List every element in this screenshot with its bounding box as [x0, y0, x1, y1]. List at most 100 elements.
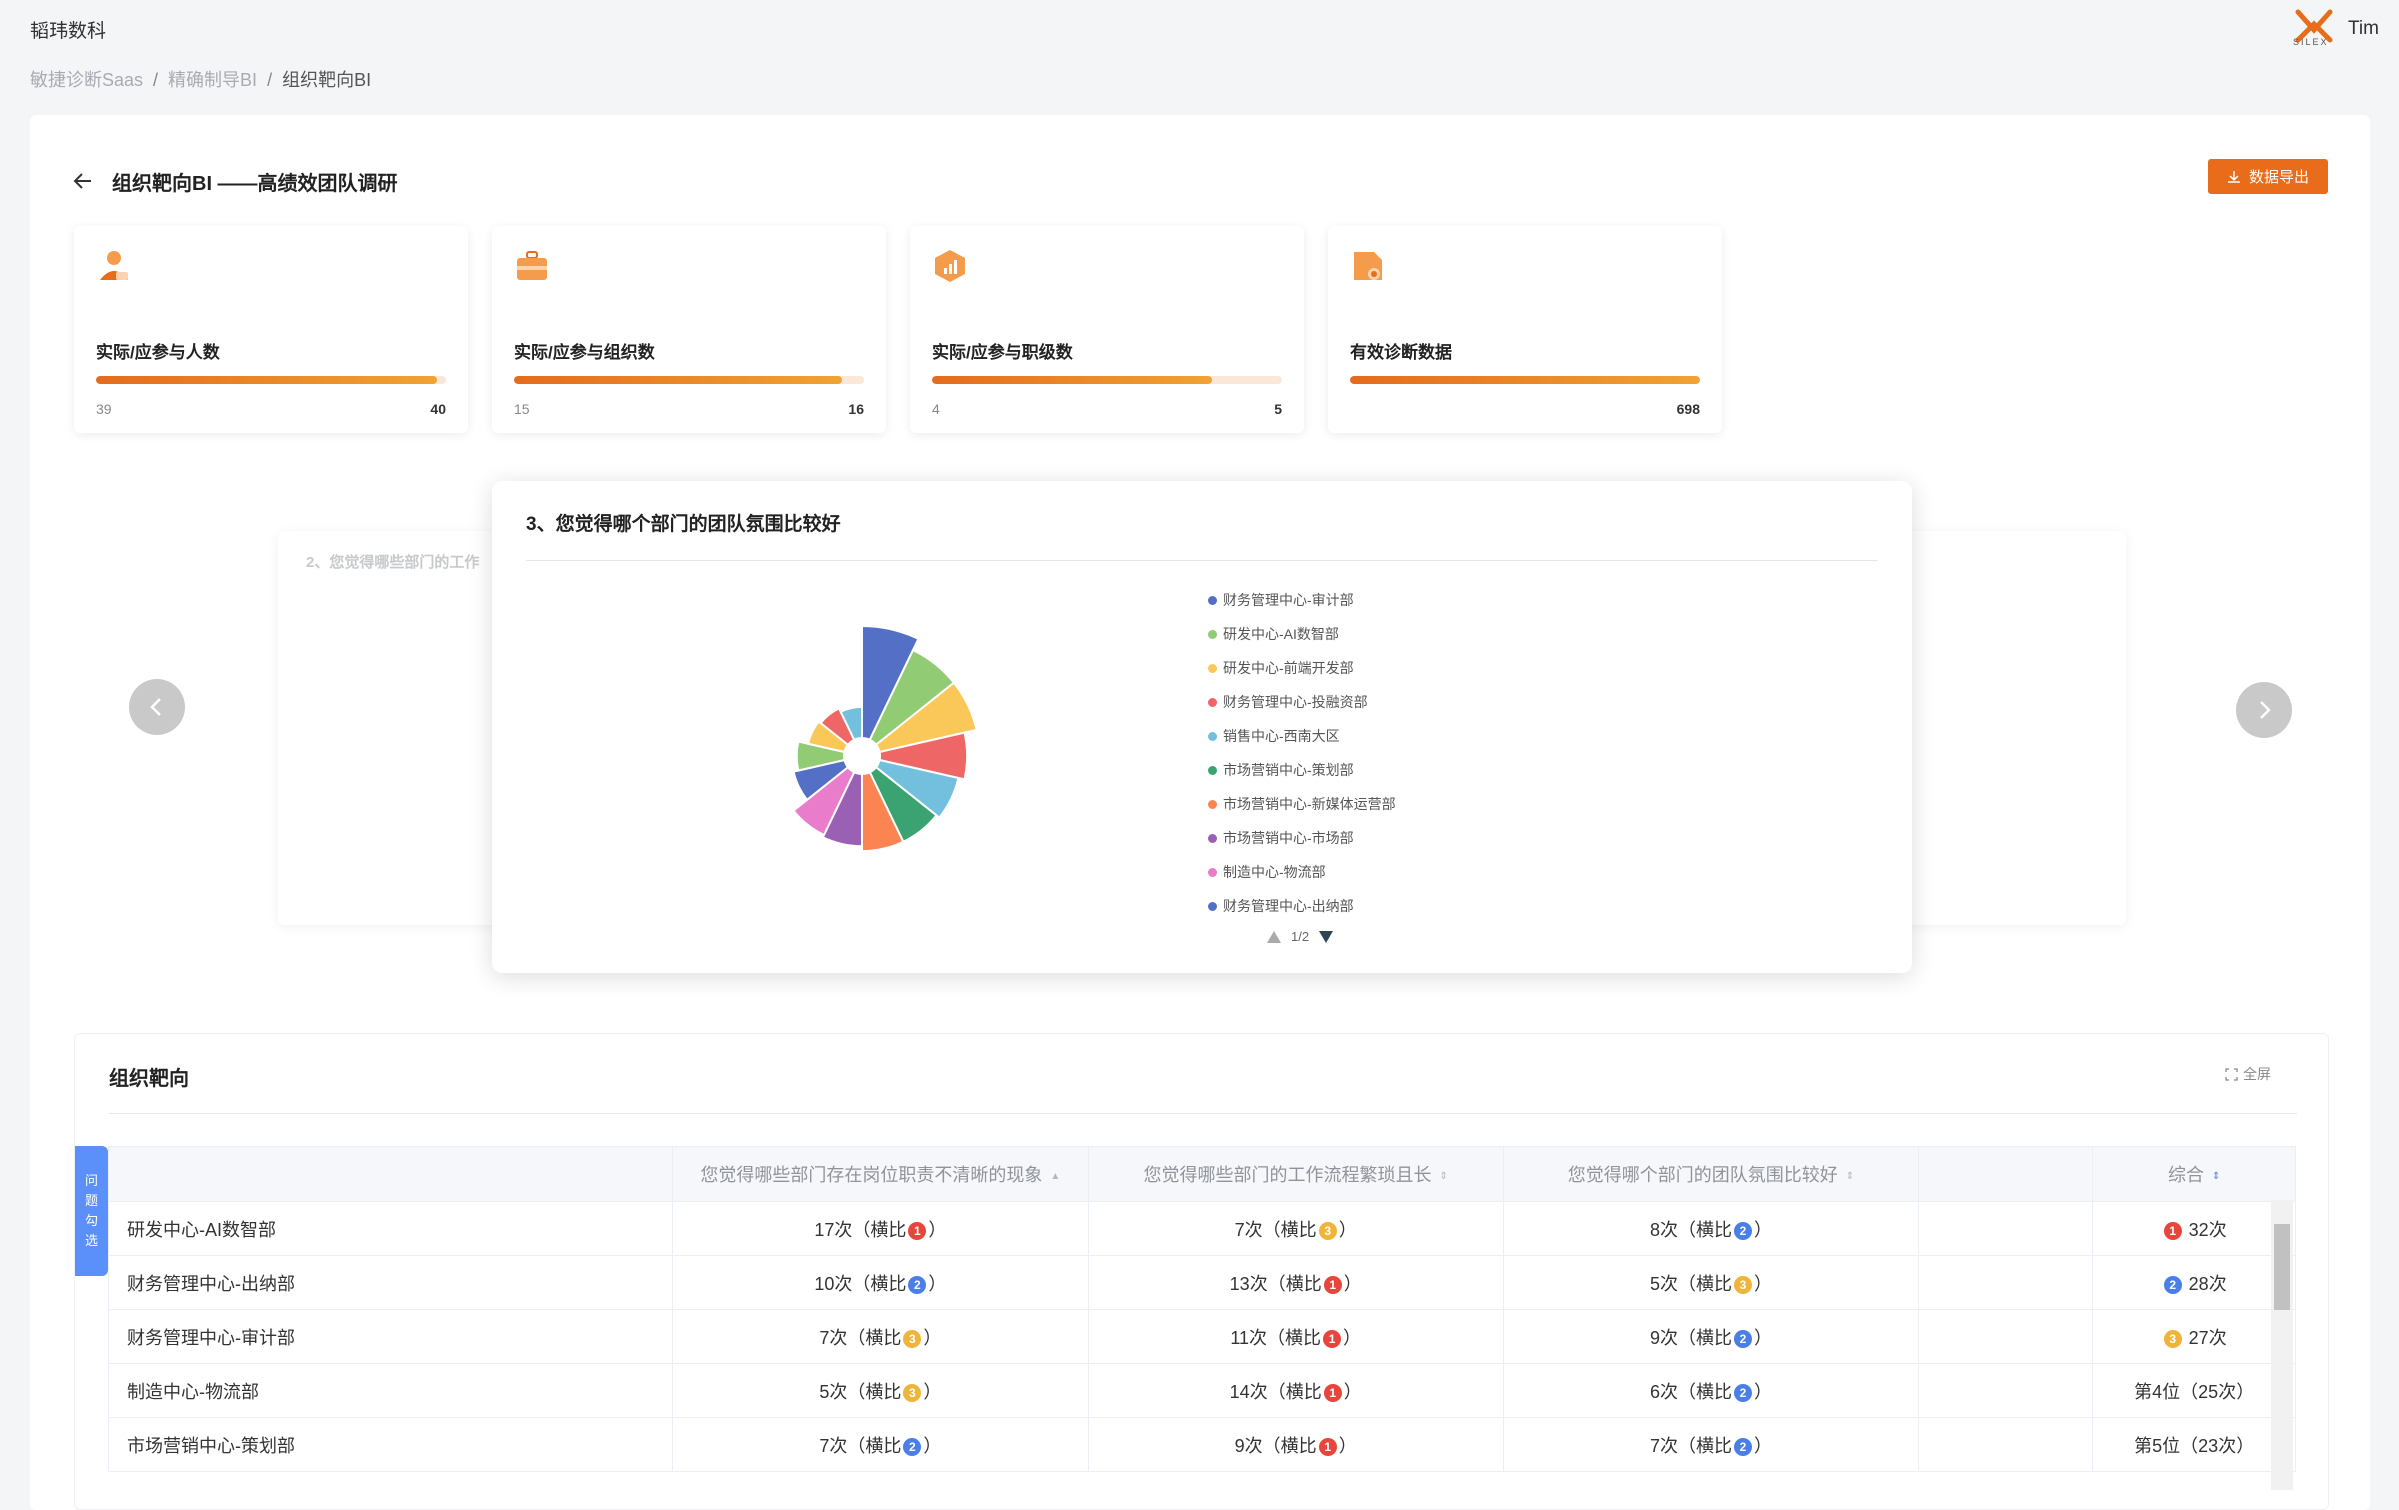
cell-q2: 7次（横比 3）: [1087, 1201, 1504, 1256]
legend-label: 研发中心-前端开发部: [1223, 660, 1354, 676]
legend-item[interactable]: 市场营销中心-新媒体运营部: [1208, 787, 1396, 821]
stat-total: 16: [848, 401, 864, 417]
legend-label: 市场营销中心-策划部: [1223, 762, 1354, 778]
legend-item[interactable]: 制造中心-物流部: [1208, 855, 1396, 889]
cell-dept: 市场营销中心-策划部: [107, 1417, 674, 1472]
rank-medal-icon: 3: [903, 1383, 922, 1402]
cell-q1: 5次（横比 3）: [672, 1363, 1089, 1418]
legend-item[interactable]: 市场营销中心-市场部: [1208, 821, 1396, 855]
cell-q3: 6次（横比 2）: [1502, 1363, 1920, 1418]
cell-q3: 5次（横比 3）: [1502, 1255, 1920, 1310]
page-header: 组织靶向BI ——高绩效团队调研: [72, 166, 398, 196]
cell-dept: 财务管理中心-审计部: [107, 1309, 674, 1364]
fullscreen-label: 全屏: [2243, 1066, 2271, 1082]
question-select-tab[interactable]: 问题勾选: [75, 1146, 108, 1276]
table-scrollbar[interactable]: [2271, 1200, 2293, 1490]
column-header-q2[interactable]: 您觉得哪些部门的工作流程繁琐且长 ⇕: [1087, 1146, 1504, 1202]
rank-medal-icon: 1: [1323, 1275, 1342, 1294]
stat-progress-track: [514, 376, 864, 384]
table-row[interactable]: 研发中心-AI数智部 17次（横比 1） 7次（横比 3） 8次（横比 2） 1 32次: [107, 1201, 2296, 1256]
rank-medal-icon: 3: [903, 1329, 922, 1348]
legend-pager: 1/2: [1267, 929, 1334, 944]
column-header-q3[interactable]: 您觉得哪个部门的团队氛围比较好 ⇕: [1502, 1146, 1920, 1202]
breadcrumb: 敏捷诊断Saas / 精确制导BI / 组织靶向BI: [30, 70, 372, 90]
column-header-overall[interactable]: 综合 ⇕: [2092, 1146, 2296, 1202]
stat-progress-fill: [1350, 376, 1700, 384]
cell-q1: 17次（横比 1）: [672, 1201, 1089, 1256]
legend-item[interactable]: 销售中心-西南大区: [1208, 719, 1396, 753]
stat-label: 实际/应参与人数: [96, 343, 220, 362]
legend-label: 市场营销中心-新媒体运营部: [1223, 796, 1396, 812]
carousel-prev-button[interactable]: [129, 679, 185, 735]
data-icon: [1354, 252, 1382, 280]
breadcrumb-item-current: 组织靶向BI: [282, 70, 372, 90]
rank-medal-icon: 1: [908, 1221, 927, 1240]
cell-q2: 9次（横比 1）: [1087, 1417, 1504, 1472]
cell-empty: [1918, 1255, 2094, 1310]
stat-label: 实际/应参与组织数: [514, 343, 655, 362]
cell-overall: 2 28次: [2092, 1255, 2296, 1310]
scrollbar-thumb[interactable]: [2274, 1224, 2290, 1310]
cell-q2: 11次（横比 1）: [1087, 1309, 1504, 1364]
table-row[interactable]: 财务管理中心-审计部 7次（横比 3） 11次（横比 1） 9次（横比 2） 3 27次: [107, 1309, 2296, 1364]
chevron-right-icon: [2260, 701, 2271, 719]
stat-card-levels: 实际/应参与职级数 4 5: [910, 226, 1304, 433]
arrow-left-icon[interactable]: [72, 170, 94, 192]
legend-item[interactable]: 财务管理中心-出纳部: [1208, 889, 1396, 923]
sort-icon: ⇕: [2211, 1170, 2221, 1182]
legend-item[interactable]: 市场营销中心-策划部: [1208, 753, 1396, 787]
sort-icon: ⇕: [1845, 1170, 1855, 1182]
legend-item[interactable]: 财务管理中心-投融资部: [1208, 685, 1396, 719]
rank-medal-icon: 1: [2163, 1221, 2182, 1240]
org-target-table: 您觉得哪些部门存在岗位职责不清晰的现象 ▲ 您觉得哪些部门的工作流程繁琐且长 ⇕ 您…: [107, 1146, 2296, 1472]
legend-label: 财务管理中心-出纳部: [1223, 898, 1354, 914]
fullscreen-icon: [2225, 1067, 2238, 1081]
rank-medal-icon: 1: [1323, 1383, 1342, 1402]
legend-item[interactable]: 研发中心-AI数智部: [1208, 617, 1396, 651]
cell-overall: 3 27次: [2092, 1309, 2296, 1364]
stat-actual: 15: [514, 401, 530, 417]
cell-dept: 研发中心-AI数智部: [107, 1201, 674, 1256]
cell-q1: 7次（横比 3）: [672, 1309, 1089, 1364]
user-name[interactable]: Tim: [2348, 18, 2379, 40]
export-button-label: 数据导出: [2248, 169, 2309, 186]
stat-label: 实际/应参与职级数: [932, 343, 1073, 362]
legend-item[interactable]: 财务管理中心-审计部: [1208, 583, 1396, 617]
stat-actual: 39: [96, 401, 112, 417]
stat-total: 5: [1274, 401, 1282, 417]
triangle-up-icon[interactable]: [1267, 930, 1281, 943]
rank-medal-icon: 2: [1734, 1437, 1752, 1456]
legend-label: 财务管理中心-投融资部: [1223, 694, 1368, 710]
legend-label: 市场营销中心-市场部: [1223, 830, 1354, 846]
cell-empty: [1918, 1363, 2094, 1418]
legend-label: 财务管理中心-审计部: [1223, 592, 1354, 608]
column-header-dept: [107, 1146, 674, 1202]
stat-label: 有效诊断数据: [1350, 343, 1452, 362]
table-row[interactable]: 制造中心-物流部 5次（横比 3） 14次（横比 1） 6次（横比 2） 第4位（25次）: [107, 1363, 2296, 1418]
cell-overall: 第4位（25次）: [2092, 1363, 2296, 1418]
briefcase-icon: [517, 251, 547, 280]
fullscreen-button[interactable]: 全屏: [2225, 1064, 2271, 1084]
rank-medal-icon: 1: [1318, 1437, 1337, 1456]
rank-medal-icon: 2: [908, 1275, 927, 1294]
cell-empty: [1918, 1309, 2094, 1364]
cell-q1: 7次（横比 2）: [672, 1417, 1089, 1472]
export-button[interactable]: 数据导出: [2208, 159, 2328, 194]
table-row[interactable]: 财务管理中心-出纳部 10次（横比 2） 13次（横比 1） 5次（横比 3） 2 28次: [107, 1255, 2296, 1310]
table-row[interactable]: 市场营销中心-策划部 7次（横比 2） 9次（横比 1） 7次（横比 2）第5位（23次）: [107, 1417, 2296, 1472]
triangle-down-icon[interactable]: [1319, 930, 1334, 943]
rank-medal-icon: 2: [2163, 1275, 2182, 1294]
breadcrumb-item-saas[interactable]: 敏捷诊断Saas: [30, 70, 143, 90]
stat-card-valid-data: 有效诊断数据 698: [1328, 226, 1722, 433]
legend-label: 制造中心-物流部: [1223, 864, 1326, 880]
rank-medal-icon: 1: [1323, 1329, 1342, 1348]
column-header-q1[interactable]: 您觉得哪些部门存在岗位职责不清晰的现象 ▲: [672, 1146, 1089, 1202]
divider: [109, 1113, 2297, 1114]
carousel-next-button[interactable]: [2236, 682, 2292, 738]
divider: [526, 560, 1878, 561]
breadcrumb-item-bi[interactable]: 精确制导BI: [168, 70, 257, 90]
legend-item[interactable]: 研发中心-前端开发部: [1208, 651, 1396, 685]
chevron-left-icon: [150, 698, 161, 716]
logo-icon: [2295, 9, 2333, 43]
cell-empty: [1918, 1201, 2094, 1256]
